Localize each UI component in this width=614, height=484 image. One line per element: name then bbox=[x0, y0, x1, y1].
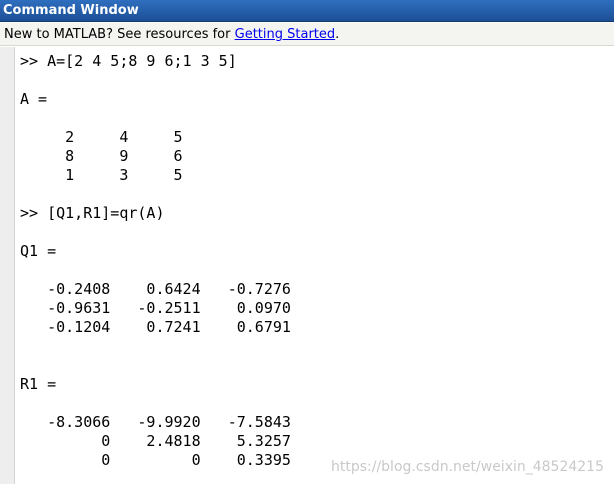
output-line: 1 3 5 bbox=[20, 166, 183, 184]
output-line: A = bbox=[20, 90, 48, 108]
output-line: -0.2408 0.6424 -0.7276 bbox=[20, 280, 291, 298]
matlab-command-window: Command Window New to MATLAB? See resour… bbox=[0, 0, 614, 484]
info-text: New to MATLAB? See resources for bbox=[4, 27, 235, 42]
output-line: R1 = bbox=[20, 375, 57, 393]
command-window-titlebar[interactable]: Command Window bbox=[0, 0, 614, 22]
output-line: 8 9 6 bbox=[20, 147, 183, 165]
output-line: -0.1204 0.7241 0.6791 bbox=[20, 318, 291, 336]
output-line: -8.3066 -9.9920 -7.5843 bbox=[20, 413, 291, 431]
info-bar: New to MATLAB? See resources for Getting… bbox=[0, 23, 614, 46]
output-line: 0 2.4818 5.3257 bbox=[20, 432, 291, 450]
console-output[interactable]: >> A=[2 4 5;8 9 6;1 3 5] A = 2 4 5 8 9 6 … bbox=[20, 47, 614, 484]
output-line: 0 0 0.3395 bbox=[20, 451, 291, 469]
info-text-suffix: . bbox=[335, 27, 340, 42]
window-title: Command Window bbox=[3, 3, 139, 18]
command-line: >> [Q1,R1]=qr(A) bbox=[20, 204, 165, 222]
command-line: >> A=[2 4 5;8 9 6;1 3 5] bbox=[20, 52, 237, 70]
console-gutter bbox=[0, 47, 15, 484]
output-line: -0.9631 -0.2511 0.0970 bbox=[20, 299, 291, 317]
output-line: Q1 = bbox=[20, 242, 57, 260]
watermark-text: https://blog.csdn.net/weixin_48524215 bbox=[330, 459, 604, 475]
output-line: 2 4 5 bbox=[20, 128, 183, 146]
getting-started-link[interactable]: Getting Started bbox=[235, 27, 336, 42]
